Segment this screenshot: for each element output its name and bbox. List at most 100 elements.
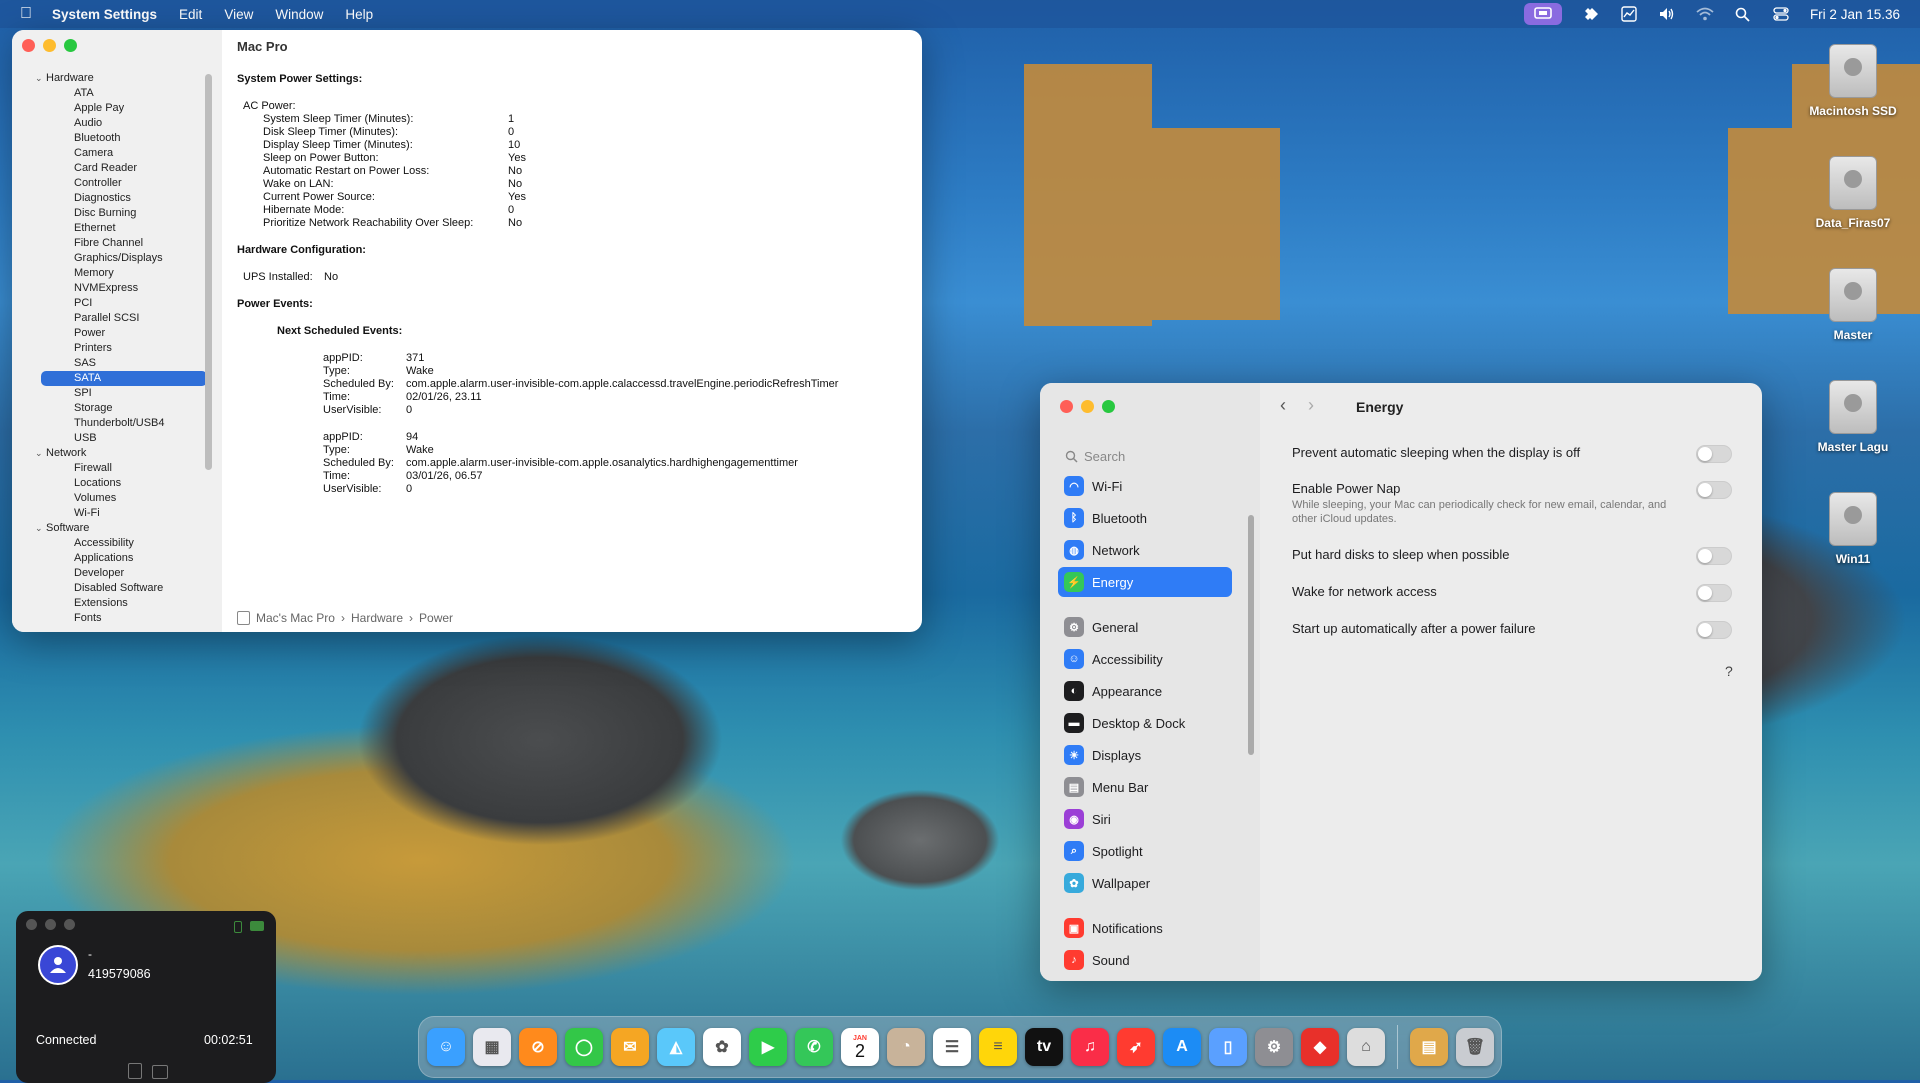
tree-item[interactable]: Bluetooth — [32, 131, 207, 146]
messages-icon[interactable]: ◯ — [565, 1028, 603, 1066]
iphone-mirroring-icon[interactable]: ▯ — [1209, 1028, 1247, 1066]
tree-item[interactable]: Audio — [32, 116, 207, 131]
tree-item[interactable]: Extensions — [32, 596, 207, 611]
notes-icon[interactable] — [152, 1065, 168, 1079]
tree-group[interactable]: ⌄ Hardware — [32, 71, 207, 86]
tree-item[interactable]: PCI — [32, 296, 207, 311]
tree-item[interactable]: Fibre Channel — [32, 236, 207, 251]
file-icon[interactable] — [128, 1063, 142, 1079]
trash-icon[interactable]: 🗑 — [1456, 1028, 1494, 1066]
tree-item[interactable]: Thunderbolt/USB4 — [32, 416, 207, 431]
notes-icon[interactable]: ≡ — [979, 1028, 1017, 1066]
volume-icon[interactable] — [1658, 6, 1676, 22]
close-button[interactable] — [1060, 400, 1073, 413]
menu-view[interactable]: View — [224, 7, 253, 22]
sidebar-item-desktop-dock[interactable]: ▬ Desktop & Dock — [1058, 708, 1232, 738]
tree-item[interactable]: Disc Burning — [32, 206, 207, 221]
forward-arrow-icon[interactable]: › — [1308, 395, 1314, 416]
finder-icon[interactable]: ☺ — [427, 1028, 465, 1066]
menu-edit[interactable]: Edit — [179, 7, 202, 22]
toggle-switch[interactable] — [1696, 547, 1732, 565]
wifi-icon[interactable] — [1696, 6, 1714, 22]
minimize-button[interactable] — [45, 919, 56, 930]
sidebar-item-accessibility[interactable]: ☺ Accessibility — [1058, 644, 1232, 674]
tree-item[interactable]: Graphics/Displays — [32, 251, 207, 266]
tree-item[interactable]: Developer — [32, 566, 207, 581]
tree-item[interactable]: Applications — [32, 551, 207, 566]
chat-icon[interactable] — [250, 921, 264, 931]
tree-item[interactable]: Fonts — [32, 611, 207, 626]
desktop-icon-macintosh-ssd[interactable]: Macintosh SSD — [1798, 44, 1908, 118]
facetime-icon[interactable]: ▶ — [749, 1028, 787, 1066]
sidebar-item-network[interactable]: ◍ Network — [1058, 535, 1232, 565]
tree-group[interactable]: ⌄ Network — [32, 446, 207, 461]
desktop-icon-win11[interactable]: Win11 — [1798, 492, 1908, 566]
phone-icon[interactable]: ✆ — [795, 1028, 833, 1066]
minimize-button[interactable] — [1081, 400, 1094, 413]
anydesk-icon[interactable]: ◆ — [1301, 1028, 1339, 1066]
maps-icon[interactable]: ◭ — [657, 1028, 695, 1066]
launchpad-icon[interactable]: ▦ — [473, 1028, 511, 1066]
tree-item[interactable]: Ethernet — [32, 221, 207, 236]
desktop-icon-master[interactable]: Master — [1798, 268, 1908, 342]
system-settings-icon[interactable]: ⚙ — [1255, 1028, 1293, 1066]
tree-item[interactable]: Apple Pay — [32, 101, 207, 116]
tree-item[interactable]: NVMExpress — [32, 281, 207, 296]
back-arrow-icon[interactable]: ‹ — [1280, 395, 1286, 416]
tree-item[interactable]: Disabled Software — [32, 581, 207, 596]
toggle-switch[interactable] — [1696, 584, 1732, 602]
toggle-switch[interactable] — [1696, 621, 1732, 639]
contacts-icon[interactable]: ◔ — [887, 1028, 925, 1066]
minimize-button[interactable] — [43, 39, 56, 52]
sidebar-item-wi-fi[interactable]: ◠ Wi-Fi — [1058, 471, 1232, 501]
menu-clock[interactable]: Fri 2 Jan 15.36 — [1810, 7, 1900, 22]
tree-item[interactable]: USB — [32, 431, 207, 446]
sidebar-item-general[interactable]: ⚙ General — [1058, 612, 1232, 642]
spotlight-search-icon[interactable] — [1734, 6, 1752, 22]
tree-item[interactable]: Memory — [32, 266, 207, 281]
sidebar-item-sound[interactable]: ♪ Sound — [1058, 945, 1232, 975]
tree-item[interactable]: Wi-Fi — [32, 506, 207, 521]
tree-item[interactable]: Printers — [32, 341, 207, 356]
tree-item[interactable]: Controller — [32, 176, 207, 191]
breadcrumb-item[interactable]: Mac's Mac Pro — [256, 611, 335, 625]
rocket-app-icon[interactable]: ➶ — [1117, 1028, 1155, 1066]
tree-group[interactable]: ⌄ Software — [32, 521, 207, 536]
disclosure-chevron-icon[interactable]: ⌄ — [35, 446, 43, 461]
apple-logo-icon[interactable]:  — [20, 5, 38, 23]
music-icon[interactable]: ♫ — [1071, 1028, 1109, 1066]
sidebar-item-wallpaper[interactable]: ✿ Wallpaper — [1058, 868, 1232, 898]
sidebar-item-notifications[interactable]: ▣ Notifications — [1058, 913, 1232, 943]
tree-item[interactable]: Locations — [32, 476, 207, 491]
tree-item[interactable]: Power — [32, 326, 207, 341]
tree-item[interactable]: ATA — [32, 86, 207, 101]
sidebar-scrollbar[interactable] — [1248, 515, 1254, 755]
menu-app-name[interactable]: System Settings — [52, 7, 157, 22]
tree-item[interactable]: Firewall — [32, 461, 207, 476]
tree-item[interactable]: Storage — [32, 401, 207, 416]
tree-item[interactable]: SAS — [32, 356, 207, 371]
toggle-switch[interactable] — [1696, 445, 1732, 463]
disclosure-chevron-icon[interactable]: ⌄ — [35, 521, 43, 536]
mail-app-icon[interactable]: ✉ — [611, 1028, 649, 1066]
desktop-icon-data-firas07[interactable]: Data_Firas07 — [1798, 156, 1908, 230]
tree-item[interactable]: Diagnostics — [32, 191, 207, 206]
anydesk-status-icon[interactable] — [1582, 6, 1600, 22]
sidebar-scrollbar[interactable] — [205, 74, 212, 470]
tree-item[interactable]: Parallel SCSI — [32, 311, 207, 326]
sidebar-item-displays[interactable]: ☀ Displays — [1058, 740, 1232, 770]
disclosure-chevron-icon[interactable]: ⌄ — [35, 71, 43, 86]
tree-item[interactable]: Camera — [32, 146, 207, 161]
reminders-icon[interactable]: ☰ — [933, 1028, 971, 1066]
screen-mirroring-icon[interactable] — [1523, 3, 1562, 25]
tree-item[interactable]: SPI — [32, 386, 207, 401]
control-center-icon[interactable] — [1772, 6, 1790, 22]
help-button[interactable]: ? — [1725, 663, 1733, 679]
menu-window[interactable]: Window — [275, 7, 323, 22]
toggle-switch[interactable] — [1696, 481, 1732, 499]
search-field[interactable]: Search — [1065, 445, 1233, 467]
sidebar-item-siri[interactable]: ◉ Siri — [1058, 804, 1232, 834]
sidebar-item-energy[interactable]: ⚡ Energy — [1058, 567, 1232, 597]
app-store-icon[interactable]: A — [1163, 1028, 1201, 1066]
tree-item[interactable]: Accessibility — [32, 536, 207, 551]
